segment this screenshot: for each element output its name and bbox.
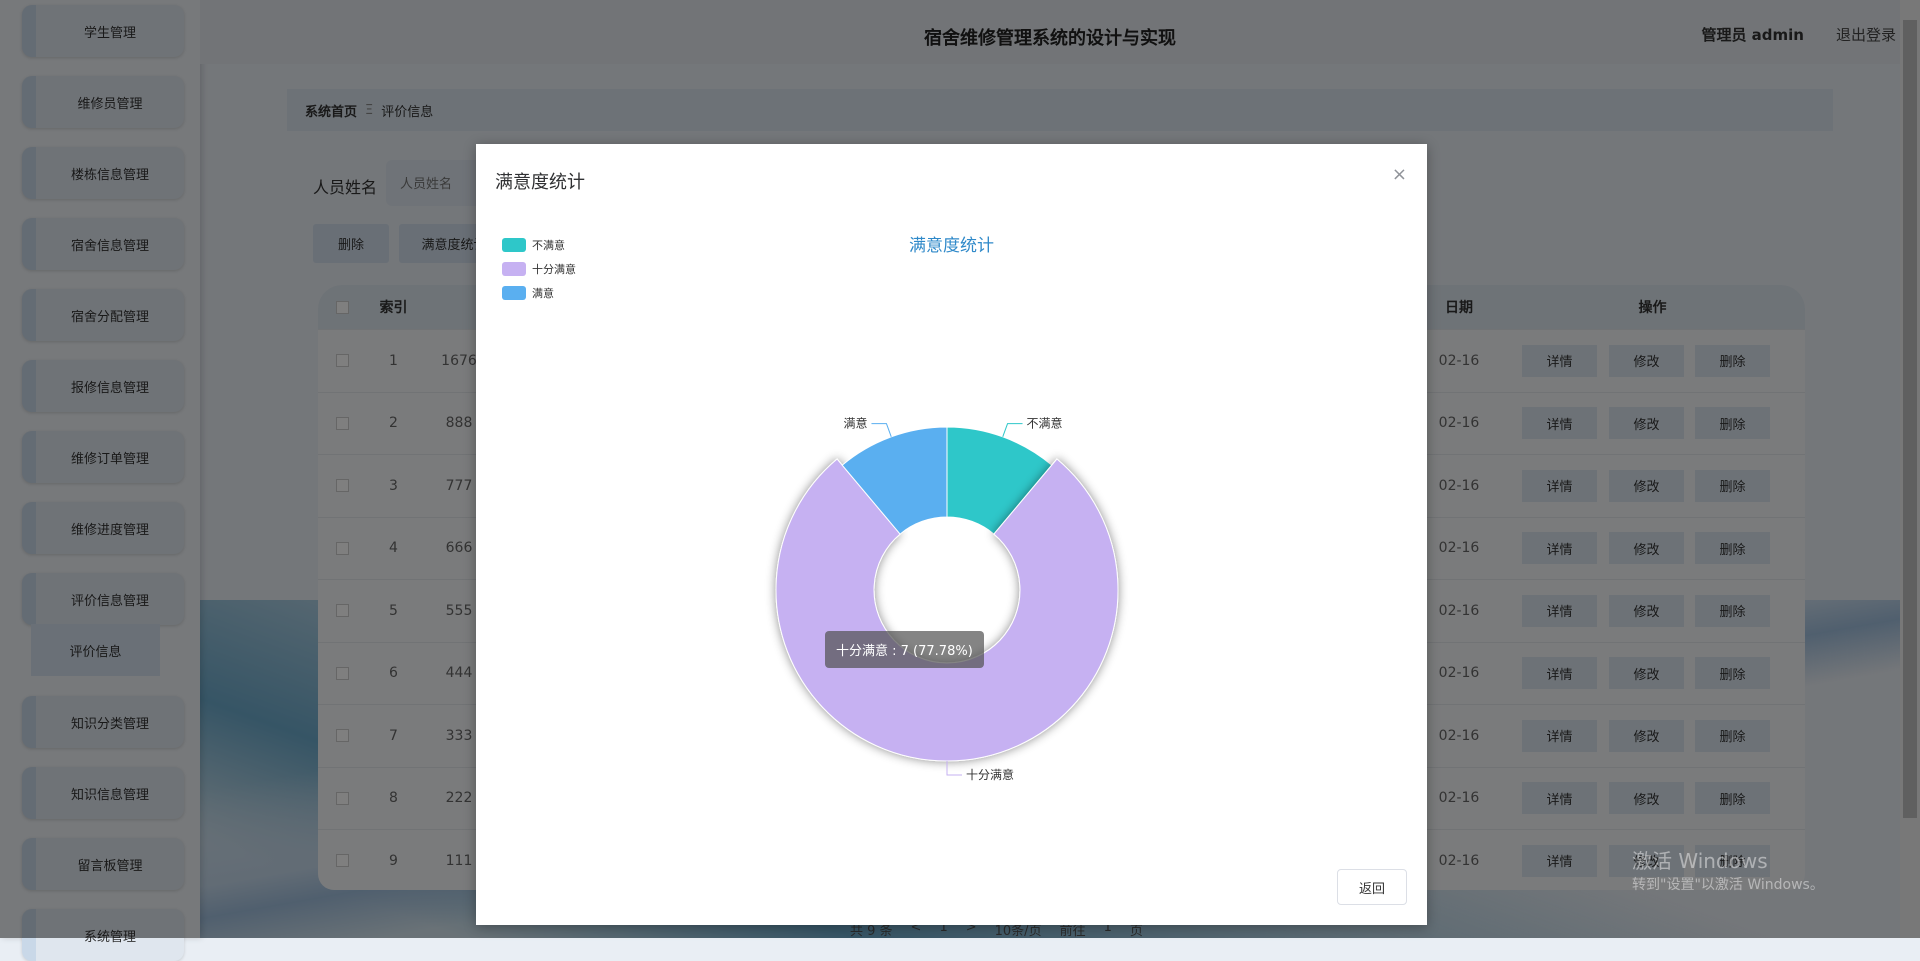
legend-label: 满意 — [532, 287, 554, 300]
chart-legend: 不满意 十分满意 满意 — [502, 233, 576, 305]
legend-item[interactable]: 不满意 — [502, 233, 576, 257]
legend-item[interactable]: 满意 — [502, 281, 576, 305]
slice-label: 满意 — [843, 416, 867, 431]
slice-label: 十分满意 — [966, 767, 1014, 782]
legend-swatch — [502, 238, 526, 252]
legend-item[interactable]: 十分满意 — [502, 257, 576, 281]
back-button[interactable]: 返回 — [1337, 869, 1407, 905]
watermark-line1: 激活 Windows — [1632, 849, 1768, 873]
chart-tooltip: 十分满意 : 7 (77.78%) — [825, 631, 984, 668]
slice-label: 不满意 — [1027, 416, 1063, 431]
label-line — [1002, 423, 1023, 438]
windows-activation-watermark: 激活 Windows 转到"设置"以激活 Windows。 — [1632, 845, 1824, 894]
satisfaction-dialog: 满意度统计 × 满意度统计 不满意 十分满意 满意 不满意 十分满意 满意 十分满意 :… — [476, 144, 1427, 925]
legend-label: 十分满意 — [532, 263, 576, 276]
legend-swatch — [502, 286, 526, 300]
legend-label: 不满意 — [532, 239, 565, 252]
watermark-line2: 转到"设置"以激活 Windows。 — [1632, 877, 1824, 893]
legend-swatch — [502, 262, 526, 276]
label-line — [871, 423, 892, 438]
donut-chart: 不满意十分满意 满意 — [775, 416, 1119, 782]
label-line — [946, 761, 962, 776]
